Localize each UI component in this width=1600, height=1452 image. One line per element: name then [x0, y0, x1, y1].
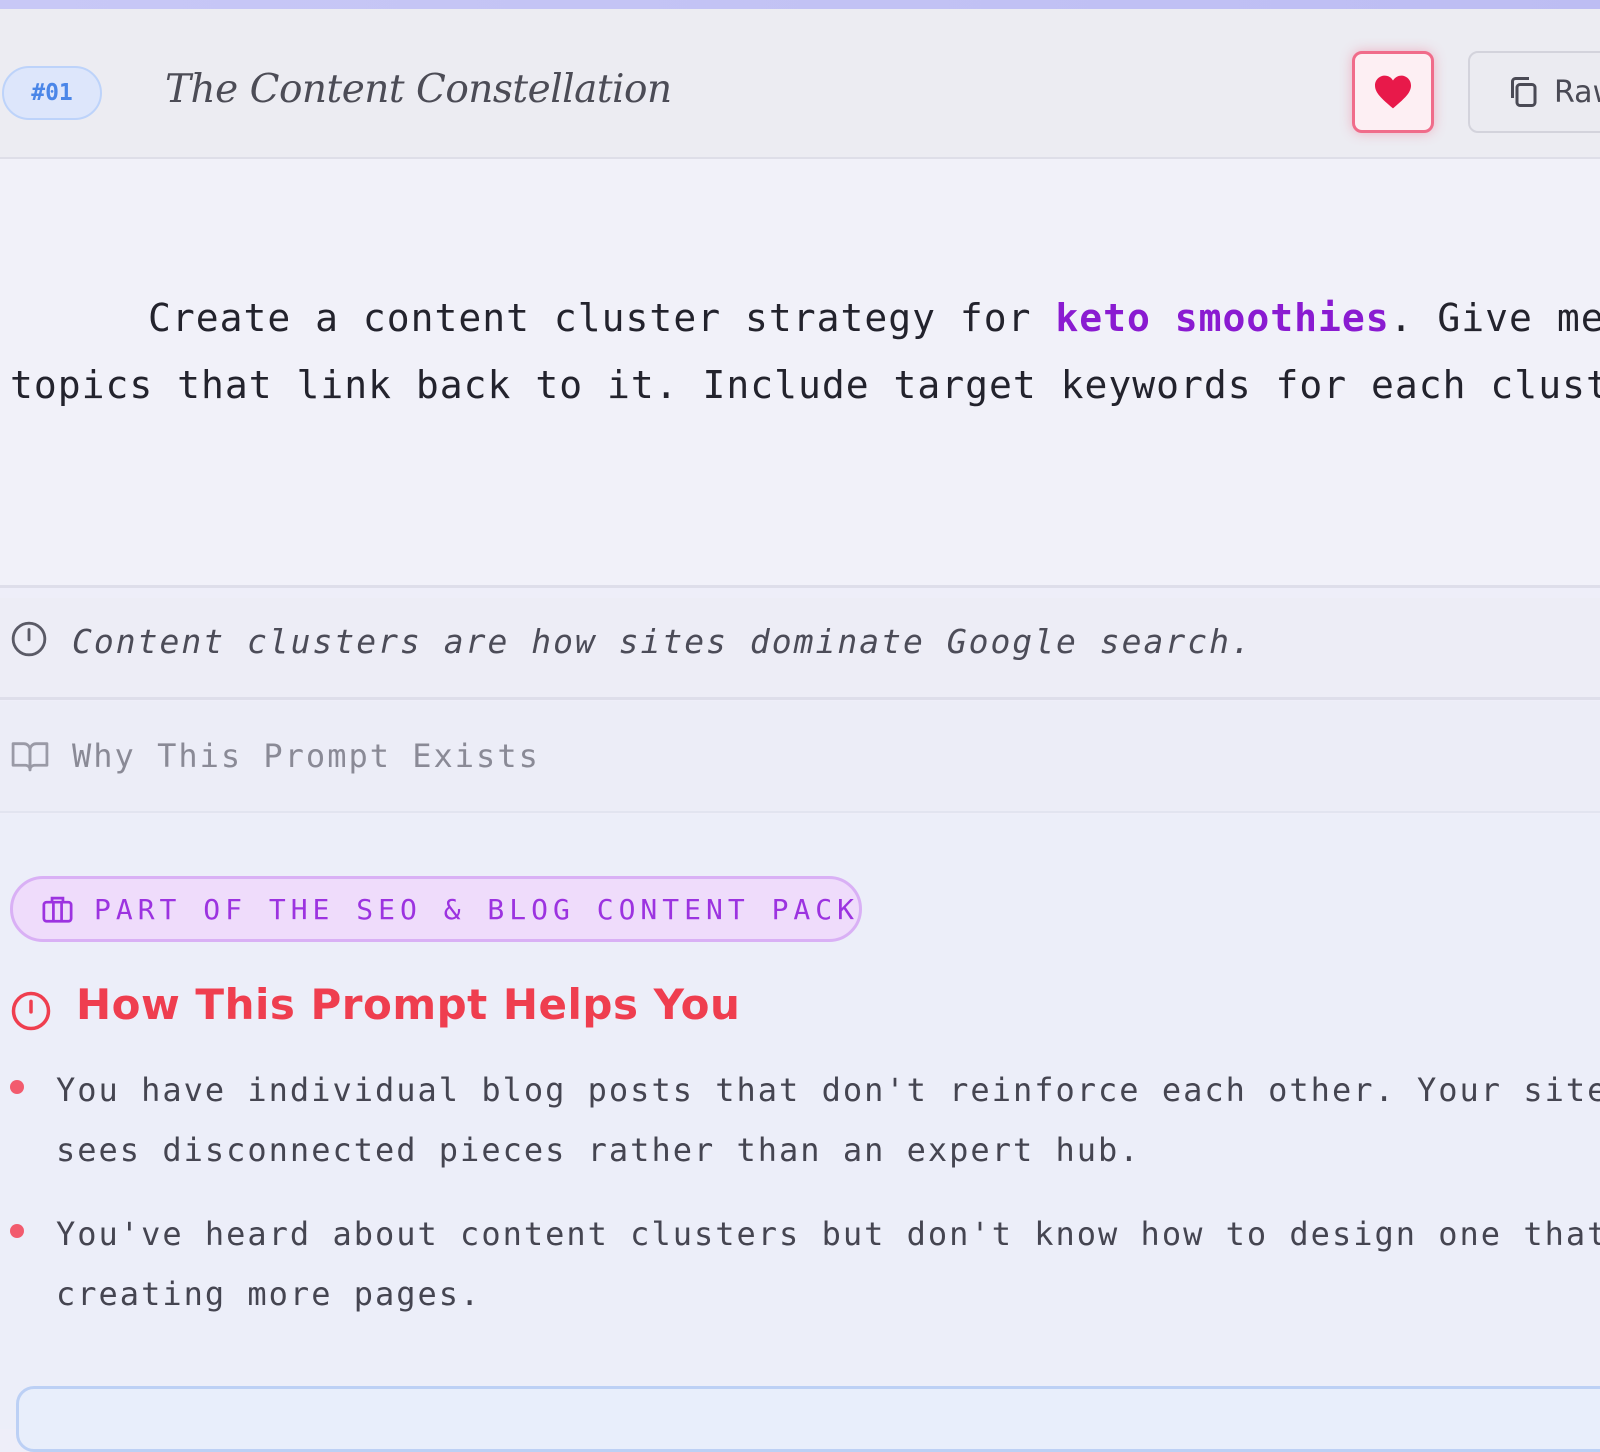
content-pack-label: PART OF THE SEO & BLOG CONTENT PACK	[93, 892, 859, 926]
bullet-dot	[10, 1224, 24, 1238]
why-this-prompt-exists-toggle[interactable]: Why This Prompt Exists	[0, 701, 1600, 811]
bullet-dot	[10, 1080, 24, 1094]
divider	[0, 811, 1600, 813]
helps-section-title: How This Prompt Helps You	[76, 980, 741, 1029]
divider	[0, 585, 1600, 588]
why-this-prompt-exists-label: Why This Prompt Exists	[72, 737, 540, 775]
tagline-text: Content clusters are how sites dominate …	[72, 622, 1253, 661]
top-accent-bar	[0, 0, 1600, 9]
prompt-text: Create a content cluster strategy for ke…	[10, 285, 1600, 419]
prompt-body: Create a content cluster strategy for ke…	[0, 159, 1600, 585]
prompt-title: The Content Constellation	[165, 67, 672, 112]
prompt-keyword: keto smoothies	[1055, 296, 1390, 340]
prompt-text-after: . Give me	[1389, 296, 1600, 340]
favorite-button[interactable]	[1352, 51, 1434, 133]
prompt-header: #01 The Content Constellation Raw	[0, 9, 1600, 159]
package-icon	[42, 896, 73, 923]
content-pack-badge[interactable]: PART OF THE SEO & BLOG CONTENT PACK	[10, 876, 862, 942]
tagline-row: Content clusters are how sites dominate …	[0, 598, 1600, 698]
prompt-text-before: Create a content cluster strategy for	[148, 296, 1056, 340]
divider	[0, 697, 1600, 700]
list-item-line: You've heard about content clusters but …	[56, 1215, 1600, 1253]
prompt-details: PART OF THE SEO & BLOG CONTENT PACK How …	[0, 814, 1600, 1429]
list-item-line: creating more pages.	[56, 1275, 482, 1313]
list-item: You have individual blog posts that don'…	[56, 1060, 1600, 1180]
list-item: You've heard about content clusters but …	[56, 1204, 1600, 1324]
next-section-card	[16, 1386, 1600, 1452]
book-icon	[11, 742, 49, 772]
target-icon	[11, 991, 51, 1031]
copy-icon	[1511, 77, 1537, 107]
list-item-line: You have individual blog posts that don'…	[56, 1071, 1600, 1109]
prompt-number-badge: #01	[2, 66, 102, 120]
list-item-line: sees disconnected pieces rather than an …	[56, 1131, 1141, 1169]
copy-raw-button[interactable]: Raw	[1468, 51, 1600, 133]
heart-icon	[1375, 75, 1411, 109]
clock-icon	[11, 621, 47, 657]
copy-raw-label: Raw	[1554, 74, 1600, 110]
prompt-text-line2: topics that link back to it. Include tar…	[10, 363, 1600, 407]
